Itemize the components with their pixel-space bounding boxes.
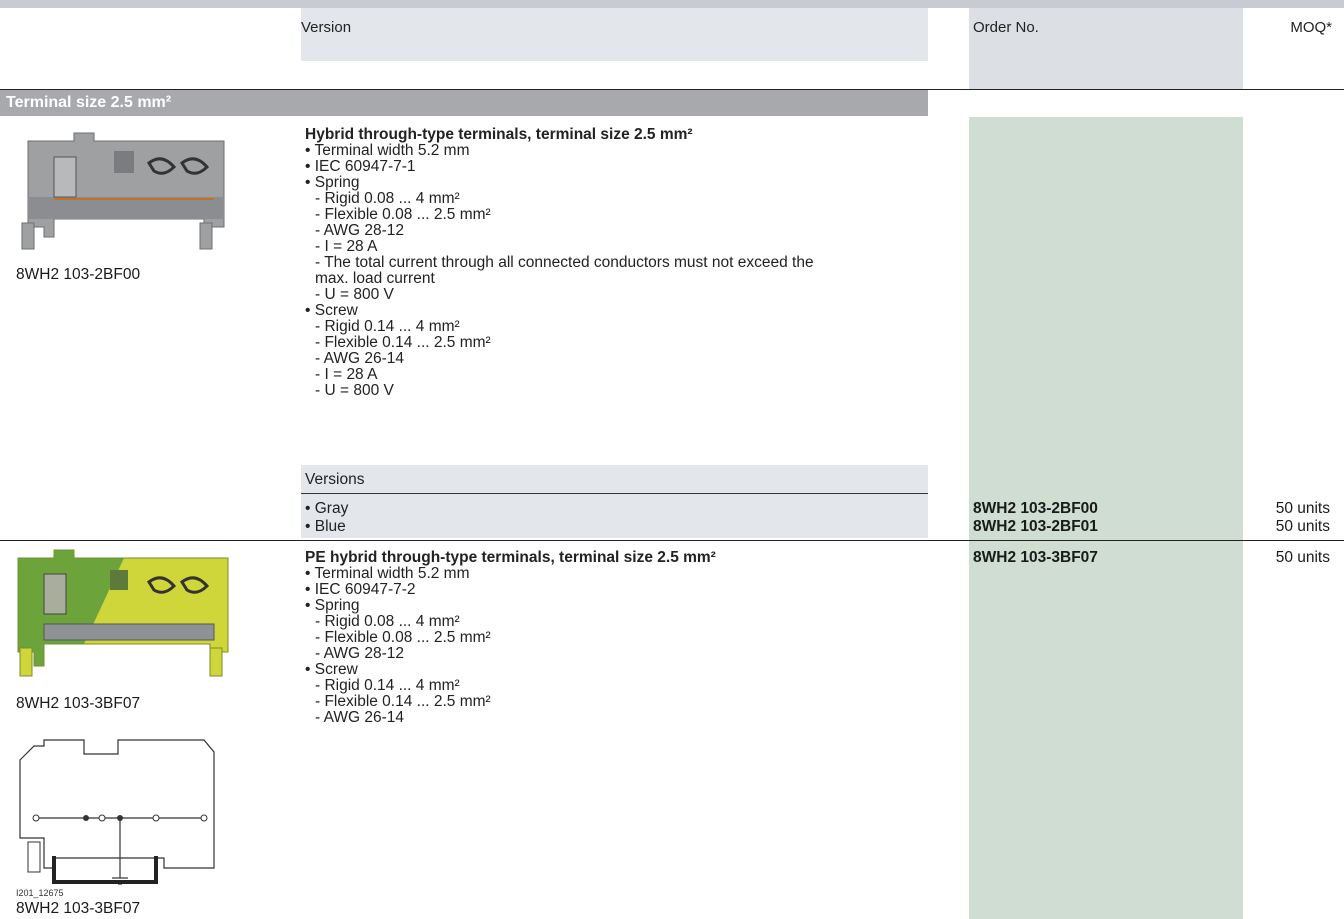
spec-line: • Spring	[305, 174, 360, 191]
spec-line: • IEC 60947-7-1	[305, 158, 416, 175]
spec-line: • Screw	[305, 302, 358, 319]
order-number: 8WH2 103-3BF07	[973, 549, 1098, 566]
spec-line: • Terminal width 5.2 mm	[305, 142, 470, 159]
product1-title: Hybrid through-type terminals, terminal …	[305, 126, 693, 143]
version-row-gray: • Gray	[305, 500, 349, 517]
spec-line: - Rigid 0.08 ... 4 mm²	[315, 613, 460, 630]
terminal-gray-image	[14, 127, 230, 255]
spec-line: - The total current through all connecte…	[315, 254, 814, 271]
versions-rows-shade	[301, 494, 928, 538]
spec-line: • Terminal width 5.2 mm	[305, 565, 470, 582]
moq-value: 50 units	[1275, 518, 1330, 535]
product1-description: Hybrid through-type terminals, terminal …	[305, 127, 814, 399]
versions-header-row	[301, 465, 928, 494]
spec-line: - Flexible 0.08 ... 2.5 mm²	[315, 206, 491, 223]
spec-line: max. load current	[315, 270, 435, 287]
spec-line: • Screw	[305, 661, 358, 678]
order-number: 8WH2 103-2BF00	[973, 500, 1098, 517]
spec-line: - U = 800 V	[315, 286, 394, 303]
product1-image-caption: 8WH2 103-2BF00	[16, 266, 141, 283]
versions-label: Versions	[305, 471, 365, 488]
circuit-diagram	[14, 738, 220, 888]
spec-line: - AWG 26-14	[315, 709, 405, 726]
spec-line: - Flexible 0.14 ... 2.5 mm²	[315, 693, 491, 710]
spec-line: - Rigid 0.08 ... 4 mm²	[315, 190, 460, 207]
product2-image-caption: 8WH2 103-3BF07	[16, 695, 141, 712]
version-row-blue: • Blue	[305, 518, 346, 535]
header-version: Version	[301, 19, 352, 36]
row-separator	[0, 540, 1344, 541]
diagram-caption: 8WH2 103-3BF07	[16, 900, 141, 917]
moq-value: 50 units	[1275, 549, 1330, 566]
spec-line: - Rigid 0.14 ... 4 mm²	[315, 677, 460, 694]
terminal-green-yellow-image	[14, 548, 230, 688]
section-title: Terminal size 2.5 mm²	[6, 94, 172, 111]
spec-line: - AWG 28-12	[315, 645, 405, 662]
spec-line: - U = 800 V	[315, 382, 394, 399]
spec-line: - I = 28 A	[315, 366, 378, 383]
product2-title: PE hybrid through-type terminals, termin…	[305, 549, 716, 566]
spec-line: - Flexible 0.08 ... 2.5 mm²	[315, 629, 491, 646]
spec-line: - Flexible 0.14 ... 2.5 mm²	[315, 334, 491, 351]
spec-line: - Rigid 0.14 ... 4 mm²	[315, 318, 460, 335]
spec-line: - AWG 28-12	[315, 222, 405, 239]
version-header-cell	[301, 8, 928, 61]
top-rule	[0, 0, 1344, 8]
spec-line: • IEC 60947-7-2	[305, 581, 416, 598]
spec-line: • Spring	[305, 597, 360, 614]
spec-line: - AWG 26-14	[315, 350, 405, 367]
header-order-no: Order No.	[973, 19, 1039, 36]
diagram-id: I201_12675	[16, 888, 64, 898]
moq-value: 50 units	[1275, 500, 1330, 517]
product2-description: PE hybrid through-type terminals, termin…	[305, 550, 716, 726]
spec-line: - I = 28 A	[315, 238, 378, 255]
order-number: 8WH2 103-2BF01	[973, 518, 1098, 535]
header-moq: MOQ*	[1290, 19, 1332, 36]
